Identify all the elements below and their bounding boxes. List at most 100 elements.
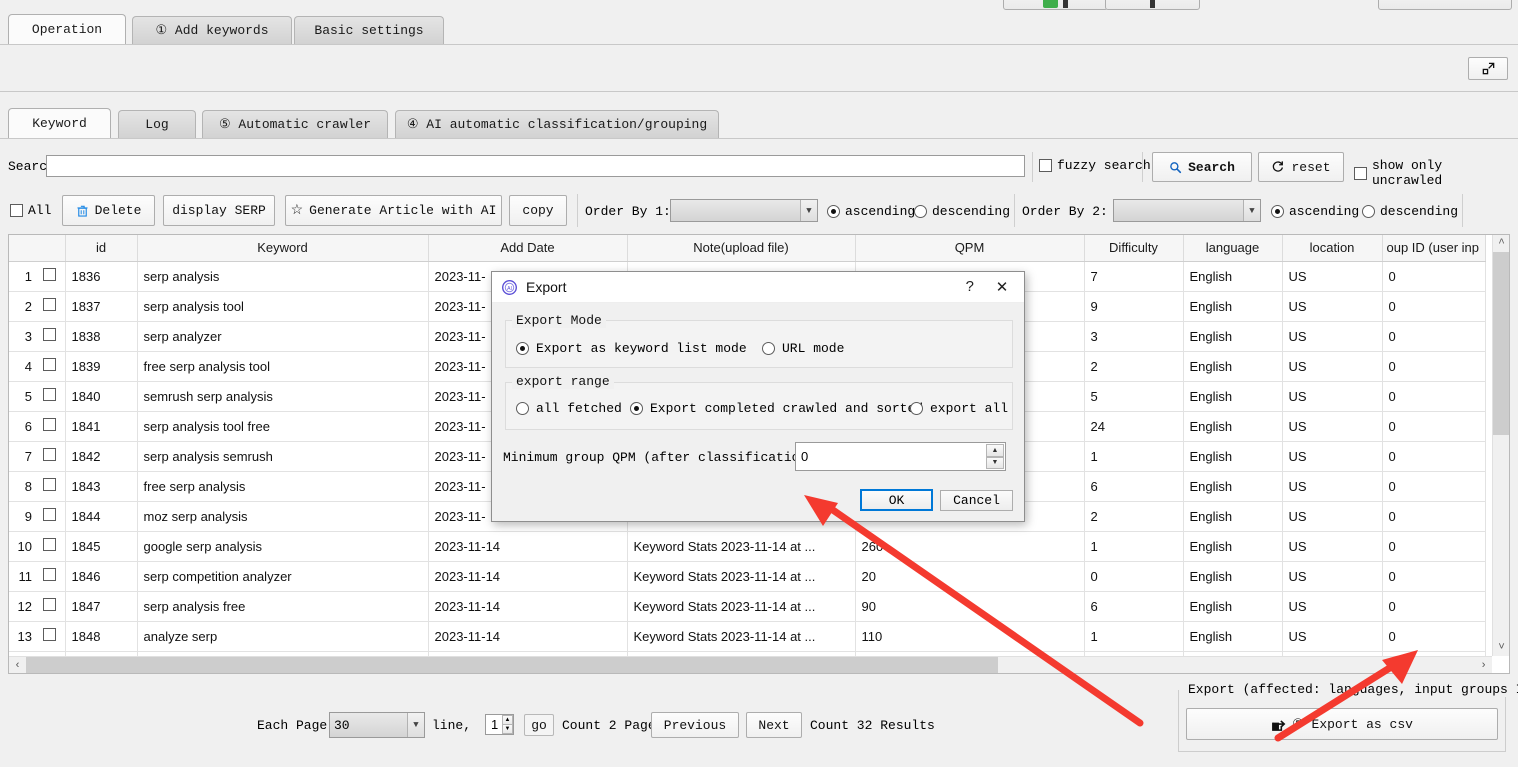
row-checkbox-icon[interactable] xyxy=(43,628,57,641)
th-add-date[interactable]: Add Date xyxy=(428,235,628,262)
row-checkbox[interactable] xyxy=(35,531,66,562)
export-dialog[interactable]: AI Export ? ✕ Export Mode Export as keyw… xyxy=(491,271,1025,522)
export-range-completed-radio[interactable]: Export completed crawled and sorted xyxy=(630,401,923,416)
table-row[interactable]: 12 1847 serp analysis free 2023-11-14 Keywor… xyxy=(9,591,1486,622)
help-button[interactable]: ? xyxy=(954,272,986,302)
cancel-button[interactable]: Cancel xyxy=(940,490,1013,511)
export-dialog-titlebar[interactable]: AI Export ? ✕ xyxy=(492,272,1024,303)
order-by-1-ascending[interactable]: ascending xyxy=(827,204,915,219)
order-by-2-descending[interactable]: descending xyxy=(1362,204,1458,219)
each-page-select[interactable]: 30 ▼ xyxy=(329,712,425,738)
green-chip-button[interactable] xyxy=(1003,0,1108,10)
row-checkbox[interactable] xyxy=(35,561,66,592)
th-id[interactable]: id xyxy=(65,235,138,262)
th-checkbox[interactable] xyxy=(35,235,66,262)
row-checkbox[interactable] xyxy=(35,261,66,292)
row-checkbox[interactable] xyxy=(35,591,66,622)
stepper-down-icon[interactable]: ▼ xyxy=(986,456,1004,469)
row-checkbox-icon[interactable] xyxy=(43,268,57,281)
tab-automatic-crawler[interactable]: ⑤ Automatic crawler xyxy=(202,110,388,138)
tab-operation[interactable]: Operation xyxy=(8,14,126,44)
tab-ai-classification[interactable]: ④ AI automatic classification/grouping xyxy=(395,110,719,138)
export-range-all-radio[interactable]: export all xyxy=(910,401,1008,416)
scroll-up-arrow-icon[interactable]: ^ xyxy=(1493,235,1509,252)
th-keyword[interactable]: Keyword xyxy=(137,235,429,262)
row-checkbox-icon[interactable] xyxy=(43,538,57,551)
row-checkbox-icon[interactable] xyxy=(43,298,57,311)
ok-button[interactable]: OK xyxy=(860,489,933,511)
export-mode-keyword-list-radio[interactable]: Export as keyword list mode xyxy=(516,341,747,356)
row-checkbox[interactable] xyxy=(35,291,66,322)
th-language[interactable]: language xyxy=(1183,235,1283,262)
export-mode-url-radio[interactable]: URL mode xyxy=(762,341,844,356)
row-checkbox[interactable] xyxy=(35,621,66,652)
th-group-id[interactable]: oup ID (user inp xyxy=(1382,235,1486,262)
row-checkbox-icon[interactable] xyxy=(43,448,57,461)
th-note[interactable]: Note(upload file) xyxy=(627,235,856,262)
expand-button[interactable] xyxy=(1468,57,1508,80)
copy-button[interactable]: copy xyxy=(509,195,567,226)
th-qpm[interactable]: QPM xyxy=(855,235,1085,262)
row-checkbox-icon[interactable] xyxy=(43,568,57,581)
search-input[interactable] xyxy=(46,155,1025,177)
th-rownum[interactable] xyxy=(9,235,35,262)
page-stepper-up-icon[interactable]: ▲ xyxy=(502,715,513,725)
row-checkbox-icon[interactable] xyxy=(43,598,57,611)
row-checkbox[interactable] xyxy=(35,441,66,472)
th-difficulty[interactable]: Difficulty xyxy=(1084,235,1184,262)
display-serp-button[interactable]: display SERP xyxy=(163,195,275,226)
order-by-1-descending[interactable]: descending xyxy=(914,204,1010,219)
plain-button[interactable] xyxy=(1105,0,1200,10)
scroll-right-arrow-icon[interactable]: › xyxy=(1475,657,1492,673)
previous-button[interactable]: Previous xyxy=(651,712,739,738)
export-range-all-fetched-radio[interactable]: all fetched xyxy=(516,401,622,416)
horizontal-scrollbar[interactable]: ‹ › xyxy=(9,656,1492,673)
vertical-scrollbar-thumb[interactable] xyxy=(1493,252,1509,435)
min-qpm-stepper[interactable]: ▲ ▼ xyxy=(986,444,1004,469)
close-icon[interactable]: ✕ xyxy=(986,272,1018,302)
row-checkbox[interactable] xyxy=(35,351,66,382)
th-location[interactable]: location xyxy=(1282,235,1383,262)
table-row[interactable]: 10 1845 google serp analysis 2023-11-14 Keyw… xyxy=(9,531,1486,562)
reset-button[interactable]: reset xyxy=(1258,152,1344,182)
row-checkbox[interactable] xyxy=(35,471,66,502)
row-checkbox-icon[interactable] xyxy=(43,508,57,521)
min-qpm-input[interactable]: 0 ▲ ▼ xyxy=(795,442,1006,471)
select-all-checkbox[interactable]: All xyxy=(10,203,51,218)
table-row[interactable]: 11 1846 serp competition analyzer 2023-11-1… xyxy=(9,561,1486,592)
row-checkbox-icon[interactable] xyxy=(43,358,57,371)
vertical-scrollbar[interactable]: ^ ˅ xyxy=(1492,235,1509,656)
row-checkbox-icon[interactable] xyxy=(43,478,57,491)
row-checkbox-icon[interactable] xyxy=(43,418,57,431)
order-by-2-select[interactable]: ▼ xyxy=(1113,199,1261,222)
page-number-stepper[interactable]: ▲ ▼ xyxy=(502,715,513,734)
show-only-uncrawled-checkbox[interactable]: show only uncrawled xyxy=(1354,158,1518,188)
row-checkbox[interactable] xyxy=(35,411,66,442)
row-checkbox[interactable] xyxy=(35,321,66,352)
delete-button[interactable]: Delete xyxy=(62,195,155,226)
page-number-input[interactable]: 1 ▲ ▼ xyxy=(485,714,514,735)
row-checkbox-icon[interactable] xyxy=(43,328,57,341)
generate-article-button[interactable]: ☆ Generate Article with AI xyxy=(285,195,502,226)
tab-basic-settings[interactable]: Basic settings xyxy=(294,16,444,44)
order-by-2-ascending[interactable]: ascending xyxy=(1271,204,1359,219)
stepper-up-icon[interactable]: ▲ xyxy=(986,444,1004,457)
scroll-down-arrow-icon[interactable]: ˅ xyxy=(1493,639,1509,656)
row-checkbox[interactable] xyxy=(35,501,66,532)
wide-button[interactable] xyxy=(1378,0,1512,10)
go-button[interactable]: go xyxy=(524,714,554,736)
tab-log[interactable]: Log xyxy=(118,110,196,138)
scroll-left-arrow-icon[interactable]: ‹ xyxy=(9,657,26,673)
row-checkbox[interactable] xyxy=(35,381,66,412)
fuzzy-search-checkbox[interactable]: fuzzy search xyxy=(1039,158,1151,173)
order-by-1-select[interactable]: ▼ xyxy=(670,199,818,222)
table-row[interactable]: 13 1848 analyze serp 2023-11-14 Keyword Stat… xyxy=(9,621,1486,652)
page-stepper-down-icon[interactable]: ▼ xyxy=(502,725,513,734)
tab-add-keywords[interactable]: ① Add keywords xyxy=(132,16,292,44)
next-button[interactable]: Next xyxy=(746,712,802,738)
horizontal-scrollbar-thumb[interactable] xyxy=(26,657,998,673)
row-checkbox-icon[interactable] xyxy=(43,388,57,401)
tab-keyword[interactable]: Keyword xyxy=(8,108,111,138)
search-button[interactable]: Search xyxy=(1152,152,1252,182)
export-as-csv-button[interactable]: ⑤ Export as csv xyxy=(1186,708,1498,740)
